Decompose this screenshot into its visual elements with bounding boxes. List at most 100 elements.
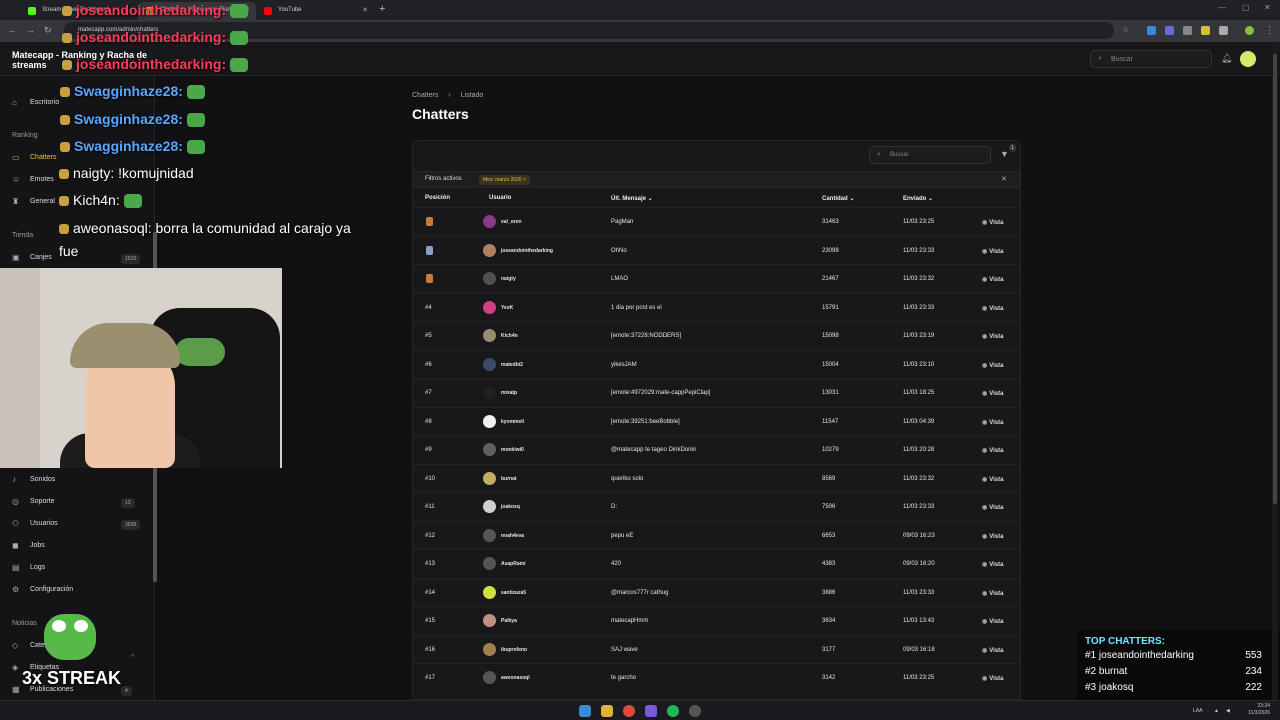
- sidebar-item-chatters[interactable]: ▭ Chatters: [12, 151, 56, 165]
- row-username[interactable]: AsapRami: [501, 561, 525, 567]
- sidebar-item-emotes[interactable]: ☺ Emotes: [12, 173, 54, 187]
- spotify-icon[interactable]: [667, 705, 679, 717]
- reload-icon[interactable]: ↻: [44, 25, 52, 36]
- sidebar-item-usuarios[interactable]: ⚇ Usuarios: [12, 517, 58, 531]
- extensions-puzzle-icon[interactable]: [1219, 26, 1228, 35]
- table-row[interactable]: #4 YesK 1 dia por post es el 15791 11/03 23:…: [413, 292, 1020, 321]
- view-button[interactable]: ◉ Vista: [982, 447, 1003, 454]
- page-scrollbar[interactable]: [1272, 42, 1278, 700]
- sidebar-item-escritorio[interactable]: ⌂ Escritorio: [12, 96, 59, 110]
- table-search-input[interactable]: ⌕ Buscar: [869, 146, 991, 164]
- row-username[interactable]: aweonasoql: [501, 675, 530, 681]
- sidebar-item-general[interactable]: ♜ General: [12, 195, 55, 209]
- sidebar-item-sonidos[interactable]: ♪ Sonidos: [12, 473, 55, 487]
- column-header-last-message[interactable]: Últ. Mensaje ⌄: [611, 195, 653, 202]
- table-row[interactable]: #10 burnat queriko solo 8569 11/03 23:32 ◉ Vis…: [413, 463, 1020, 492]
- row-username[interactable]: monkiwi0: [501, 447, 524, 453]
- column-header-position[interactable]: Posición: [425, 195, 450, 201]
- row-username[interactable]: noah4eva: [501, 533, 524, 539]
- sidebar-item-soporte[interactable]: ◎ Soporte: [12, 495, 55, 509]
- table-row[interactable]: #6 matedbi2 yikesJAM 15004 11/03 23:10 ◉ Vista: [413, 349, 1020, 378]
- view-button[interactable]: ◉ Vista: [982, 590, 1003, 597]
- row-username[interactable]: val_oren: [501, 219, 522, 225]
- table-row[interactable]: #13 AsapRami 420 4383 09/03 16:20 ◉ Vista: [413, 549, 1020, 577]
- table-row[interactable]: #5 Kich4n [emote:37228:NODDERS] 15098 11/03 …: [413, 321, 1020, 349]
- forward-icon[interactable]: →: [26, 25, 35, 35]
- table-row[interactable]: #17 aweonasoql te garcho 3142 11/03 23:25 ◉ Vi…: [413, 663, 1020, 691]
- chevron-up-icon[interactable]: ^: [131, 654, 134, 661]
- new-tab-icon[interactable]: +: [379, 3, 385, 15]
- row-username[interactable]: mixatp: [501, 390, 517, 396]
- view-button[interactable]: ◉ Vista: [982, 219, 1003, 226]
- obs-icon[interactable]: [689, 705, 701, 717]
- close-window-icon[interactable]: ✕: [1264, 3, 1271, 12]
- row-username[interactable]: joakosq: [501, 504, 520, 510]
- scrollbar-thumb[interactable]: [1273, 54, 1277, 504]
- extension-icon[interactable]: [1147, 26, 1156, 35]
- extension-icon[interactable]: [1201, 26, 1210, 35]
- table-row[interactable]: #14 santizaza5 @marcos777r cathug 3886 11/03…: [413, 577, 1020, 606]
- view-button[interactable]: ◉ Vista: [982, 647, 1003, 654]
- table-row[interactable]: #12 noah4eva pepu eE 6653 09/03 16:23 ◉ Vista: [413, 520, 1020, 549]
- view-button[interactable]: ◉ Vista: [982, 476, 1003, 483]
- filter-chip-month[interactable]: Mes: marzo 2026 ×: [479, 175, 530, 185]
- table-row[interactable]: #9 monkiwi0 @matecapp te tageo DinkDonki 10…: [413, 435, 1020, 463]
- avatar[interactable]: [1240, 51, 1256, 67]
- row-username[interactable]: santizaza5: [501, 590, 526, 596]
- table-row[interactable]: val_oren PagMan 31463 11/03 23:25 ◉ Vista: [413, 207, 1020, 235]
- row-username[interactable]: Palkya: [501, 618, 517, 624]
- table-row[interactable]: #8 kyommeli [emote:39251:beeBobble] 11547 11…: [413, 406, 1020, 435]
- row-username[interactable]: joseandointhedarking: [501, 248, 553, 254]
- back-icon[interactable]: ←: [8, 25, 17, 35]
- sidebar-item-jobs[interactable]: ◼ Jobs: [12, 539, 45, 553]
- column-header-user[interactable]: Usuario: [489, 195, 511, 201]
- extension-icon[interactable]: [1165, 26, 1174, 35]
- row-username[interactable]: burnat: [501, 476, 517, 482]
- table-row[interactable]: joseandointhedarking OhNo 23098 11/03 23:33…: [413, 235, 1020, 264]
- chrome-icon[interactable]: [623, 705, 635, 717]
- row-username[interactable]: ibuprofeno: [501, 647, 527, 653]
- view-button[interactable]: ◉ Vista: [982, 333, 1003, 340]
- bell-icon[interactable]: 🔔︎: [1221, 53, 1232, 64]
- filter-icon[interactable]: ▼: [1000, 149, 1009, 159]
- row-username[interactable]: kyommeli: [501, 419, 524, 425]
- view-button[interactable]: ◉ Vista: [982, 362, 1003, 369]
- row-username[interactable]: naigty: [501, 276, 516, 282]
- global-search-input[interactable]: ⌕ Buscar: [1090, 50, 1212, 68]
- table-row[interactable]: #11 joakosq D: 7506 11/03 23:33 ◉ Vista: [413, 492, 1020, 520]
- windows-start-icon[interactable]: [579, 705, 591, 717]
- table-row[interactable]: naigty LMAO 21467 11/03 23:32 ◉ Vista: [413, 264, 1020, 292]
- row-username[interactable]: YesK: [501, 305, 513, 311]
- table-row[interactable]: #16 ibuprofeno SAJ wave 3177 09/03 16:18 ◉ Vis…: [413, 634, 1020, 663]
- sidebar-item-configuracion[interactable]: ⚙ Configuración: [12, 583, 73, 597]
- view-button[interactable]: ◉ Vista: [982, 504, 1003, 511]
- row-username[interactable]: matedbi2: [501, 362, 523, 368]
- table-row[interactable]: #7 mixatp [emote:4972029:mate-cappPepiClap…: [413, 378, 1020, 406]
- table-row[interactable]: #15 Palkya matecapHmm 3634 11/03 13:43 ◉ Vista: [413, 606, 1020, 634]
- sidebar-item-canjes[interactable]: ▣ Canjes: [12, 251, 52, 265]
- bookmark-star-icon[interactable]: ☆: [1122, 25, 1129, 34]
- close-icon[interactable]: ✕: [362, 6, 368, 14]
- file-explorer-icon[interactable]: [601, 705, 613, 717]
- column-header-sent[interactable]: Enviado ⌄: [903, 195, 933, 202]
- app-icon[interactable]: [645, 705, 657, 717]
- extension-icon[interactable]: [1183, 26, 1192, 35]
- maximize-icon[interactable]: ▢: [1242, 3, 1250, 12]
- sidebar-item-logs[interactable]: ▤ Logs: [12, 561, 45, 575]
- menu-dots-icon[interactable]: ⋮: [1265, 25, 1274, 36]
- view-button[interactable]: ◉ Vista: [982, 618, 1003, 625]
- volume-icon[interactable]: ◀: [1226, 708, 1230, 714]
- breadcrumb-chatters[interactable]: Chatters: [412, 92, 438, 99]
- network-icon[interactable]: ▲: [1214, 708, 1219, 714]
- view-button[interactable]: ◉ Vista: [982, 533, 1003, 540]
- view-button[interactable]: ◉ Vista: [982, 248, 1003, 255]
- clock[interactable]: 23:34 11/3/2026: [1244, 703, 1270, 717]
- clear-filters-icon[interactable]: ✕: [1001, 175, 1007, 183]
- column-header-count[interactable]: Cantidad ⌄: [822, 195, 854, 202]
- view-button[interactable]: ◉ Vista: [982, 276, 1003, 283]
- row-username[interactable]: Kich4n: [501, 333, 518, 339]
- browser-tab-2[interactable]: YouTube ✕: [256, 2, 374, 20]
- view-button[interactable]: ◉ Vista: [982, 419, 1003, 426]
- view-button[interactable]: ◉ Vista: [982, 675, 1003, 682]
- keyboard-layout[interactable]: LAA: [1193, 708, 1202, 714]
